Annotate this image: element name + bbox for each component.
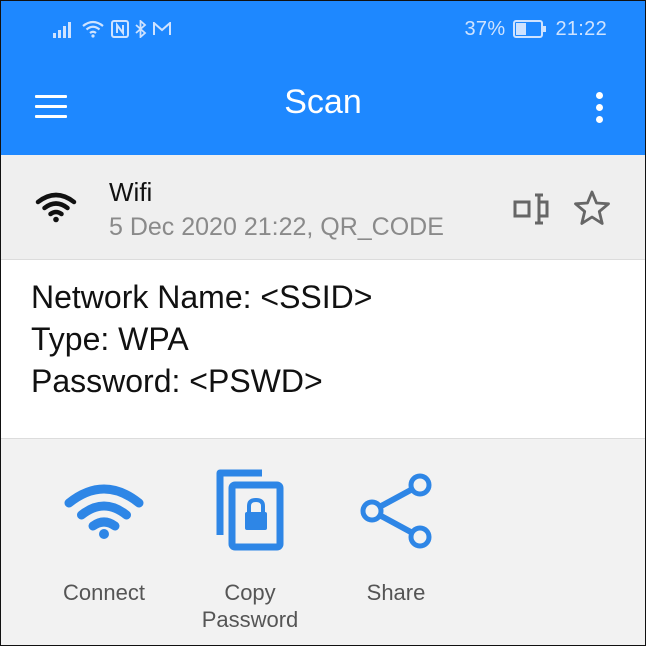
more-vert-icon[interactable]	[585, 87, 615, 127]
star-outline-icon[interactable]	[573, 189, 611, 227]
screen: 37% 21:22 Scan Wifi 5 Dec 2020 21:22, QR…	[0, 0, 646, 646]
share-button[interactable]: Share	[323, 439, 469, 645]
copy-lock-icon	[216, 469, 284, 551]
result-type: Wifi	[109, 177, 153, 207]
result-header: Wifi 5 Dec 2020 21:22, QR_CODE	[1, 155, 645, 260]
wifi-icon	[82, 20, 104, 38]
wifi-icon	[35, 192, 77, 223]
clock: 21:22	[555, 17, 607, 40]
status-icons-right: 37% 21:22	[465, 17, 608, 41]
app-bar: Scan	[1, 57, 645, 155]
status-icons-left	[53, 17, 171, 41]
edit-text-icon[interactable]	[513, 191, 549, 227]
share-icon	[360, 473, 432, 549]
bluetooth-icon	[135, 20, 147, 38]
page-title: Scan	[284, 83, 362, 121]
network-name-line: Network Name: <SSID>	[31, 279, 373, 315]
wifi-icon	[64, 484, 144, 539]
copy-password-button[interactable]: Copy Password	[177, 439, 323, 645]
nfc-icon	[111, 20, 129, 38]
battery-icon	[513, 20, 547, 38]
battery-percent: 37%	[464, 17, 506, 40]
result-content: Network Name: <SSID> Type: WPA Password:…	[1, 260, 645, 439]
type-line: Type: WPA	[31, 321, 189, 357]
status-bar: 37% 21:22	[1, 1, 645, 57]
connect-label: Connect	[63, 580, 145, 605]
connect-button[interactable]: Connect	[31, 439, 177, 645]
mail-icon	[153, 22, 171, 35]
action-bar: Connect Copy Password Share	[1, 439, 645, 645]
result-meta: 5 Dec 2020 21:22, QR_CODE	[109, 213, 444, 241]
share-label: Share	[366, 580, 426, 605]
password-line: Password: <PSWD>	[31, 363, 323, 399]
signal-icon	[53, 22, 71, 38]
copy-password-label: Copy Password	[201, 580, 299, 632]
